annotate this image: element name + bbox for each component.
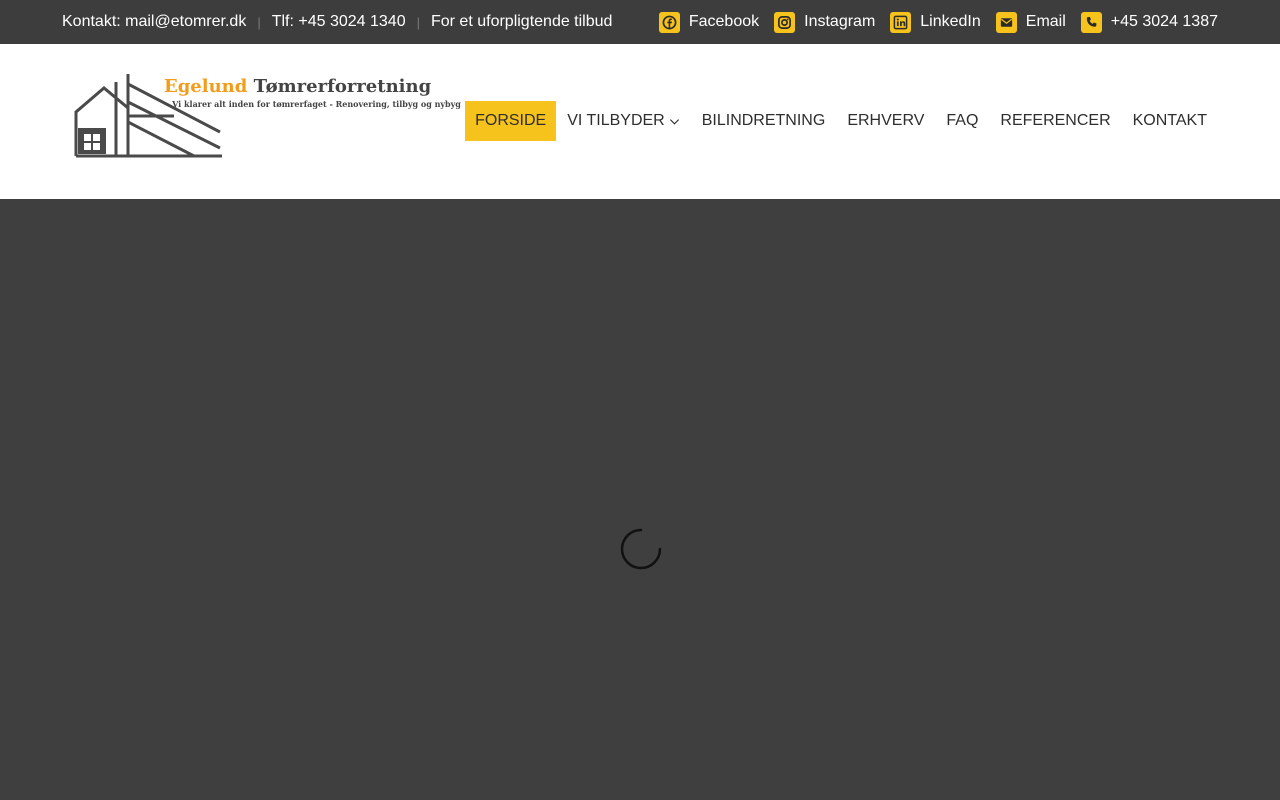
top-bar-contact: Kontakt: mail@etomrer.dk | Tlf: +45 3024… xyxy=(62,0,612,44)
logo-name-part2: Tømrerforretning xyxy=(253,76,432,97)
facebook-icon xyxy=(658,11,680,33)
logo-tagline: - Vi klarer alt inden for tømrerfaget - … xyxy=(166,99,461,109)
phone-link-right[interactable]: +45 3024 1387 xyxy=(1080,11,1218,33)
site-header: Egelund Tømrerforretning - Vi klarer alt… xyxy=(0,44,1280,199)
linkedin-icon xyxy=(890,11,912,33)
email-label: Email xyxy=(1025,13,1066,30)
facebook-label: Facebook xyxy=(688,13,760,30)
nav-item-bilindretning[interactable]: Bilindretning xyxy=(691,101,837,141)
hero-loading-area xyxy=(0,199,1280,800)
main-nav: Forside Vi tilbyder Bilindretning Erhver… xyxy=(465,101,1218,141)
facebook-link[interactable]: Facebook xyxy=(658,11,760,33)
nav-item-vi-tilbyder[interactable]: Vi tilbyder xyxy=(556,101,691,141)
separator: | xyxy=(416,14,420,30)
linkedin-label: LinkedIn xyxy=(920,13,981,30)
email-link[interactable]: Email xyxy=(995,11,1066,33)
top-bar: Kontakt: mail@etomrer.dk | Tlf: +45 3024… xyxy=(0,0,1280,44)
nav-item-referencer[interactable]: Referencer xyxy=(989,101,1121,141)
nav-item-faq[interactable]: FAQ xyxy=(935,101,989,141)
loading-spinner-icon xyxy=(620,528,662,570)
separator: | xyxy=(257,14,261,30)
contact-email-link[interactable]: Kontakt: mail@etomrer.dk xyxy=(62,13,246,31)
instagram-link[interactable]: Instagram xyxy=(774,11,876,33)
phone-icon xyxy=(1080,11,1102,33)
instagram-label: Instagram xyxy=(804,13,876,30)
offer-link[interactable]: For et uforpligtende tilbud xyxy=(431,13,612,31)
site-logo[interactable]: Egelund Tømrerforretning - Vi klarer alt… xyxy=(74,72,461,160)
nav-item-forside[interactable]: Forside xyxy=(465,101,557,141)
nav-item-erhverv[interactable]: Erhverv xyxy=(836,101,935,141)
nav-item-kontakt[interactable]: Kontakt xyxy=(1122,101,1218,141)
phone-label: +45 3024 1387 xyxy=(1110,13,1218,30)
email-icon xyxy=(995,11,1017,33)
instagram-icon xyxy=(774,11,796,33)
logo-name-part1: Egelund xyxy=(164,76,254,97)
chevron-down-icon xyxy=(669,118,679,125)
social-links: Facebook Instagram LinkedIn Email +45 30… xyxy=(658,0,1218,44)
logo-name: Egelund Tømrerforretning xyxy=(164,76,431,97)
nav-item-label: Vi tilbyder xyxy=(567,112,665,129)
linkedin-link[interactable]: LinkedIn xyxy=(890,11,981,33)
phone-link[interactable]: Tlf: +45 3024 1340 xyxy=(272,13,406,31)
